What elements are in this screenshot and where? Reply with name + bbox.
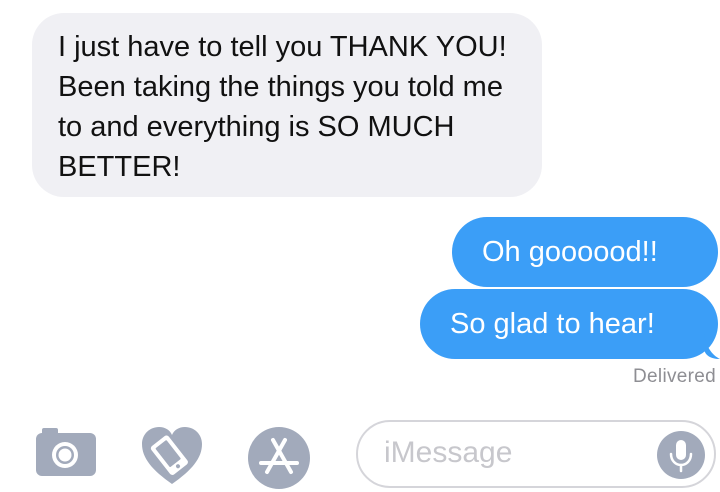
bubble-tail: [704, 333, 720, 359]
incoming-message-bubble[interactable]: I just have to tell you THANK YOU! Been …: [32, 13, 542, 197]
message-input[interactable]: iMessage: [356, 420, 716, 488]
app-store-icon[interactable]: [247, 426, 311, 490]
camera-icon[interactable]: [36, 428, 96, 476]
microphone-icon: [669, 440, 693, 473]
message-input-placeholder: iMessage: [384, 436, 513, 469]
microphone-button[interactable]: [657, 431, 705, 479]
delivery-status: Delivered: [633, 366, 716, 387]
outgoing-message-text: Oh goooood!!: [482, 236, 658, 268]
outgoing-message-bubble[interactable]: Oh goooood!!: [452, 217, 718, 287]
outgoing-message-bubble[interactable]: So glad to hear!: [420, 289, 718, 359]
digital-touch-heart-icon[interactable]: [140, 426, 204, 486]
outgoing-message-text: So glad to hear!: [450, 308, 655, 340]
